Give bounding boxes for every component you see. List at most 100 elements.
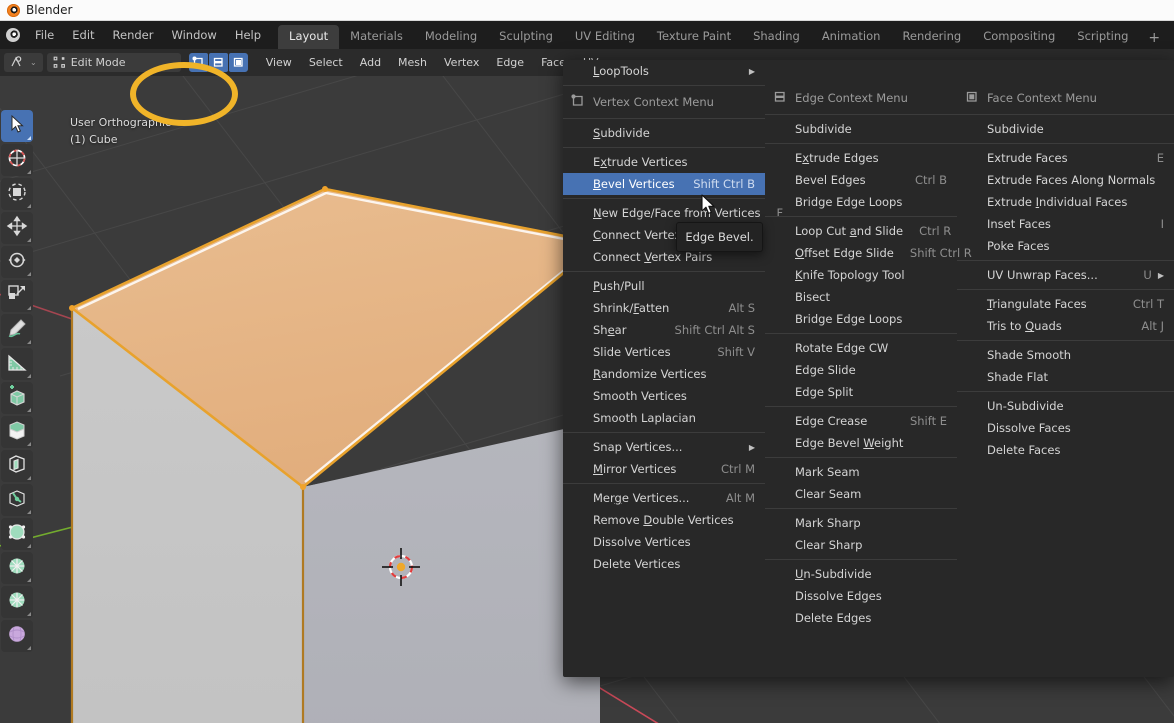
menu-item-shade-flat[interactable]: Shade Flat — [957, 366, 1174, 388]
menu-item-delete-vertices[interactable]: Delete Vertices — [563, 553, 765, 575]
workspace-tab-animation[interactable]: Animation — [811, 25, 892, 50]
menu-item-shade-smooth[interactable]: Shade Smooth — [957, 344, 1174, 366]
menu-item-un-subdivide[interactable]: Un-Subdivide — [957, 395, 1174, 417]
topbar-menu-edit[interactable]: Edit — [63, 25, 103, 45]
menu-item-bridge-edge-loops[interactable]: Bridge Edge Loops — [765, 308, 957, 330]
menu-item-randomize-vertices[interactable]: Randomize Vertices — [563, 363, 765, 385]
topbar-menu-file[interactable]: File — [26, 25, 63, 45]
menu-item-bisect[interactable]: Bisect — [765, 286, 957, 308]
annotate-tool[interactable] — [1, 314, 33, 346]
move-tool[interactable] — [1, 212, 33, 244]
menu-item-edge-crease[interactable]: Edge CreaseShift E — [765, 410, 957, 432]
editor-type-button[interactable]: ⌄ — [4, 53, 43, 72]
vertex-select-mode-button[interactable] — [189, 53, 208, 72]
menu-item-offset-edge-slide[interactable]: Offset Edge SlideShift Ctrl R — [765, 242, 957, 264]
menu-item-clear-seam[interactable]: Clear Seam — [765, 483, 957, 505]
menu-item-bevel-edges[interactable]: Bevel EdgesCtrl B — [765, 169, 957, 191]
workspace-tab-scripting[interactable]: Scripting — [1066, 25, 1139, 50]
menu-item-loop-cut-and-slide[interactable]: Loop Cut and SlideCtrl R — [765, 220, 957, 242]
menu-item-edge-bevel-weight[interactable]: Edge Bevel Weight — [765, 432, 957, 454]
viewport-menu-select[interactable]: Select — [301, 53, 351, 72]
menu-item-triangulate-faces[interactable]: Triangulate FacesCtrl T — [957, 293, 1174, 315]
menu-item-extrude-individual-faces[interactable]: Extrude Individual Faces — [957, 191, 1174, 213]
add-cube-tool[interactable] — [1, 382, 33, 414]
menu-item-bevel-vertices[interactable]: Bevel VerticesShift Ctrl B — [563, 173, 765, 195]
rotate-tool[interactable] — [1, 246, 33, 278]
viewport-menu-vertex[interactable]: Vertex — [436, 53, 487, 72]
menu-item-subdivide[interactable]: Subdivide — [563, 122, 765, 144]
workspace-tab-modeling[interactable]: Modeling — [414, 25, 488, 50]
menu-item-poke-faces[interactable]: Poke Faces — [957, 235, 1174, 257]
menu-item-push-pull[interactable]: Push/Pull — [563, 275, 765, 297]
scale-tool[interactable] — [1, 280, 33, 312]
menu-item-mark-seam[interactable]: Mark Seam — [765, 461, 957, 483]
viewport-menu-view[interactable]: View — [258, 53, 300, 72]
menu-item-un-subdivide[interactable]: Un-Subdivide — [765, 563, 957, 585]
menu-item-tris-to-quads[interactable]: Tris to QuadsAlt J — [957, 315, 1174, 337]
extrude-region-tool[interactable] — [1, 416, 33, 448]
menu-item-extrude-faces-along-normals[interactable]: Extrude Faces Along Normals — [957, 169, 1174, 191]
menu-item-smooth-laplacian[interactable]: Smooth Laplacian — [563, 407, 765, 429]
menu-item-clear-sharp[interactable]: Clear Sharp — [765, 534, 957, 556]
menu-item-new-edge-face-from-vertices[interactable]: New Edge/Face from VerticesF — [563, 202, 765, 224]
menu-item-dissolve-faces[interactable]: Dissolve Faces — [957, 417, 1174, 439]
menu-item-label: Clear Seam — [795, 487, 861, 501]
bevel-tool[interactable] — [1, 484, 33, 516]
workspace-tab-layout[interactable]: Layout — [278, 25, 339, 50]
workspace-tab-compositing[interactable]: Compositing — [972, 25, 1066, 50]
topbar-menu-render[interactable]: Render — [104, 25, 163, 45]
viewport-menu-mesh[interactable]: Mesh — [390, 53, 435, 72]
menu-item-remove-double-vertices[interactable]: Remove Double Vertices — [563, 509, 765, 531]
workspace-tab-texture-paint[interactable]: Texture Paint — [646, 25, 742, 50]
menu-item-shrink-fatten[interactable]: Shrink/FattenAlt S — [563, 297, 765, 319]
menu-item-delete-faces[interactable]: Delete Faces — [957, 439, 1174, 461]
rotate-icon — [6, 249, 28, 275]
workspace-tab-uv-editing[interactable]: UV Editing — [564, 25, 646, 50]
add-workspace-button[interactable]: + — [1139, 29, 1169, 49]
workspace-tab-shading[interactable]: Shading — [742, 25, 811, 50]
menu-item-extrude-faces[interactable]: Extrude FacesE — [957, 147, 1174, 169]
menu-item-merge-vertices[interactable]: Merge Vertices...Alt M — [563, 487, 765, 509]
face-select-mode-button[interactable] — [229, 53, 248, 72]
menu-item-delete-edges[interactable]: Delete Edges — [765, 607, 957, 629]
viewport-menu-add[interactable]: Add — [352, 53, 389, 72]
menu-item-knife-topology-tool[interactable]: Knife Topology Tool — [765, 264, 957, 286]
poly-build-tool[interactable] — [1, 552, 33, 584]
cursor-tool[interactable] — [1, 144, 33, 176]
edge-select-mode-button[interactable] — [209, 53, 228, 72]
loop-cut-tool[interactable] — [1, 518, 33, 550]
menu-item-dissolve-vertices[interactable]: Dissolve Vertices — [563, 531, 765, 553]
blender-menu-logo-icon[interactable] — [0, 21, 26, 49]
menu-item-bridge-edge-loops[interactable]: Bridge Edge Loops — [765, 191, 957, 213]
menu-item-mark-sharp[interactable]: Mark Sharp — [765, 512, 957, 534]
menu-item-uv-unwrap-faces[interactable]: UV Unwrap Faces...U▶ — [957, 264, 1174, 286]
menu-item-edge-split[interactable]: Edge Split — [765, 381, 957, 403]
menu-item-subdivide[interactable]: Subdivide — [957, 118, 1174, 140]
menu-item-slide-vertices[interactable]: Slide VerticesShift V — [563, 341, 765, 363]
menu-item-smooth-vertices[interactable]: Smooth Vertices — [563, 385, 765, 407]
select-box-tool[interactable] — [1, 178, 33, 210]
tweak-tool[interactable] — [1, 110, 33, 142]
viewport-menu-edge[interactable]: Edge — [488, 53, 532, 72]
menu-item-mirror-vertices[interactable]: Mirror VerticesCtrl M — [563, 458, 765, 480]
smooth-tool[interactable] — [1, 620, 33, 652]
workspace-tab-sculpting[interactable]: Sculpting — [488, 25, 564, 50]
workspace-tab-rendering[interactable]: Rendering — [891, 25, 972, 50]
menu-item-dissolve-edges[interactable]: Dissolve Edges — [765, 585, 957, 607]
menu-item-inset-faces[interactable]: Inset FacesI — [957, 213, 1174, 235]
spin-tool[interactable] — [1, 586, 33, 618]
menu-item-rotate-edge-cw[interactable]: Rotate Edge CW — [765, 337, 957, 359]
menu-item-subdivide[interactable]: Subdivide — [765, 118, 957, 140]
menu-item-extrude-vertices[interactable]: Extrude Vertices — [563, 151, 765, 173]
workspace-tab-materials[interactable]: Materials — [339, 25, 414, 50]
menu-item-shear[interactable]: ShearShift Ctrl Alt S — [563, 319, 765, 341]
inset-faces-tool[interactable] — [1, 450, 33, 482]
topbar-menu-help[interactable]: Help — [226, 25, 270, 45]
menu-item-extrude-edges[interactable]: Extrude Edges — [765, 147, 957, 169]
menu-item-looptools[interactable]: LoopTools▶ — [563, 60, 765, 82]
topbar-menu-window[interactable]: Window — [162, 25, 225, 45]
menu-item-edge-slide[interactable]: Edge Slide — [765, 359, 957, 381]
interaction-mode-dropdown[interactable]: Edit Mode ⌄ — [47, 53, 181, 72]
measure-tool[interactable] — [1, 348, 33, 380]
menu-item-snap-vertices[interactable]: Snap Vertices...▶ — [563, 436, 765, 458]
